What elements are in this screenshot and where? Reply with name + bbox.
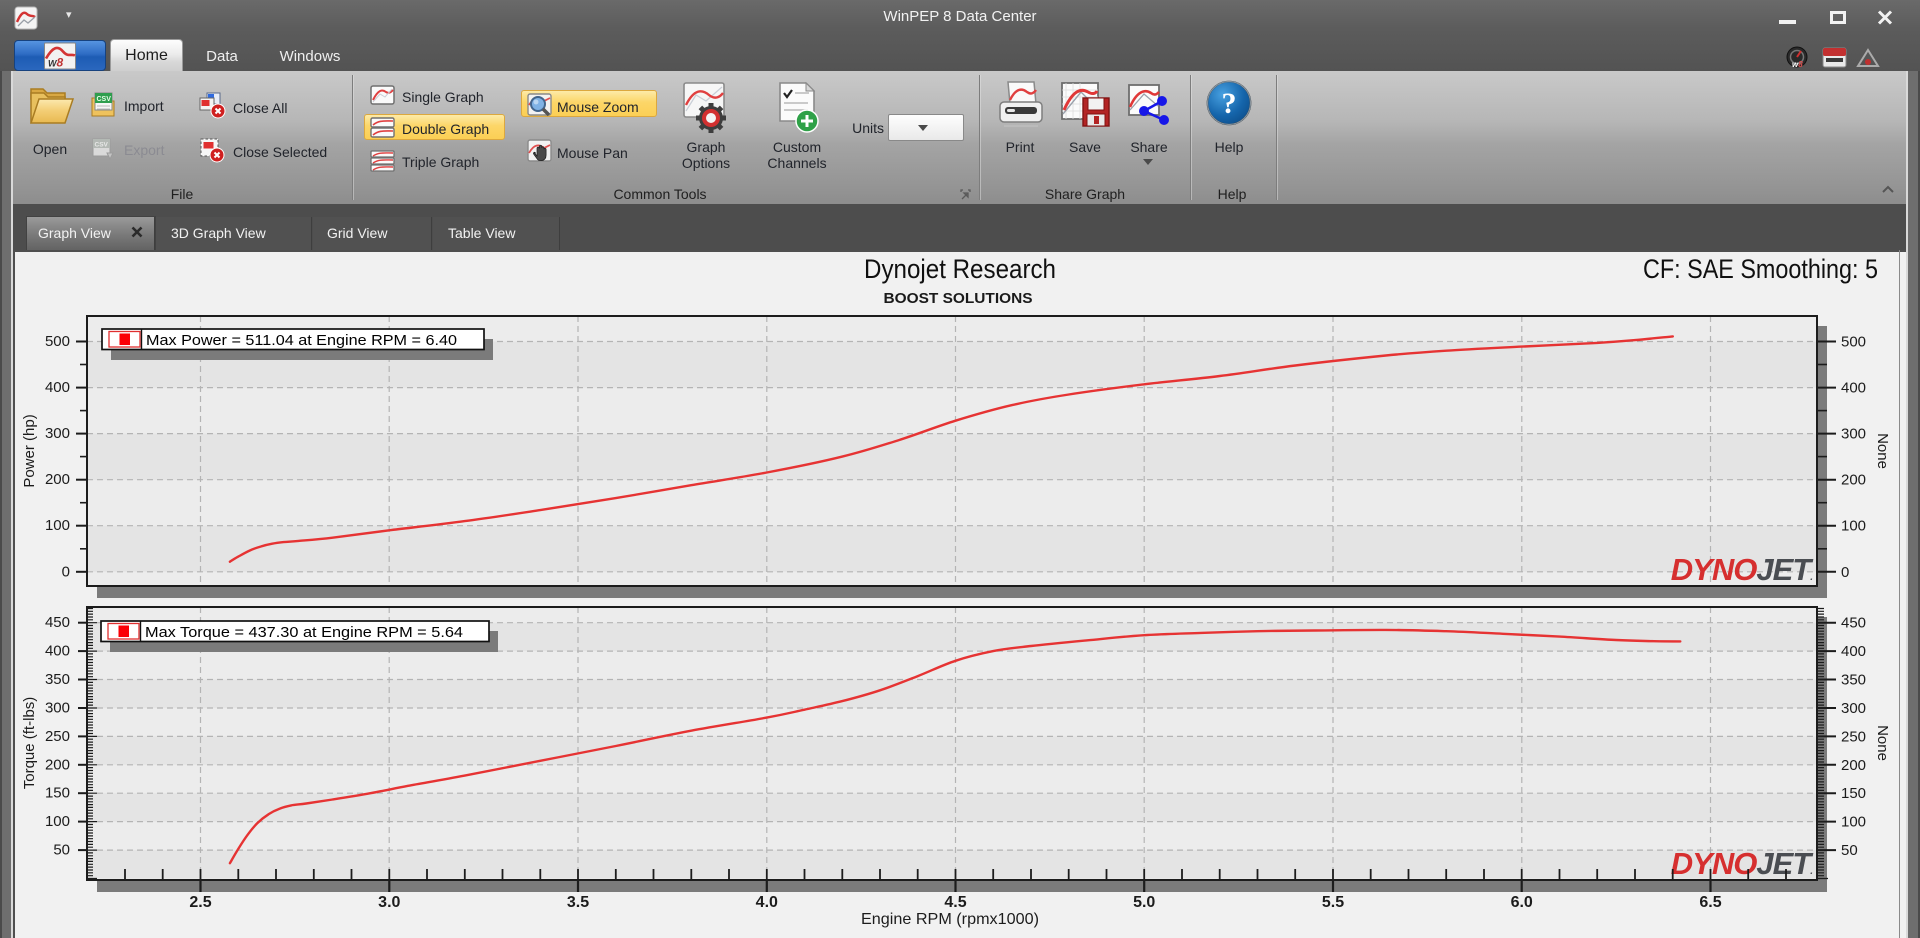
svg-text:250: 250 <box>1841 728 1866 745</box>
svg-text:300: 300 <box>45 700 70 717</box>
svg-text:250: 250 <box>45 728 70 745</box>
svg-text:Engine RPM (rpmx1000): Engine RPM (rpmx1000) <box>861 911 1039 928</box>
svg-text:200: 200 <box>45 756 70 773</box>
svg-text:Max Torque = 437.30 at Engine: Max Torque = 437.30 at Engine RPM = 5.64 <box>145 625 463 641</box>
svg-text:4.5: 4.5 <box>944 894 966 911</box>
svg-text:W8: W8 <box>48 55 64 69</box>
svg-text:50: 50 <box>1841 842 1858 859</box>
svg-text:2.5: 2.5 <box>189 894 211 911</box>
svg-text:350: 350 <box>1841 672 1866 689</box>
svg-text:300: 300 <box>1841 426 1866 443</box>
svg-text:400: 400 <box>1841 643 1866 660</box>
svg-text:3.0: 3.0 <box>378 894 400 911</box>
svg-text:Max Power = 511.04 at Engine R: Max Power = 511.04 at Engine RPM = 6.40 <box>146 333 457 349</box>
svg-text:100: 100 <box>45 517 70 534</box>
svg-text:100: 100 <box>1841 814 1866 831</box>
svg-text:300: 300 <box>45 425 70 442</box>
svg-text:100: 100 <box>1841 518 1866 535</box>
svg-text:DYNOJET.: DYNOJET. <box>1671 846 1814 881</box>
svg-text:500: 500 <box>45 333 70 350</box>
svg-text:DYNOJET.: DYNOJET. <box>1671 552 1814 587</box>
svg-text:Power (hp): Power (hp) <box>21 414 38 487</box>
svg-text:350: 350 <box>45 671 70 688</box>
svg-text:4.0: 4.0 <box>756 894 778 911</box>
svg-text:150: 150 <box>1841 785 1866 802</box>
svg-text:0: 0 <box>1841 564 1849 581</box>
svg-text:?: ? <box>1222 87 1237 120</box>
svg-text:200: 200 <box>45 471 70 488</box>
svg-text:6.0: 6.0 <box>1511 894 1533 911</box>
svg-text:w8: w8 <box>1792 60 1803 69</box>
svg-text:400: 400 <box>45 643 70 660</box>
svg-text:200: 200 <box>1841 472 1866 489</box>
svg-text:450: 450 <box>45 614 70 631</box>
svg-text:200: 200 <box>1841 757 1866 774</box>
svg-text:6.5: 6.5 <box>1699 894 1721 911</box>
svg-text:100: 100 <box>45 813 70 830</box>
svg-text:400: 400 <box>45 379 70 396</box>
svg-text:150: 150 <box>45 785 70 802</box>
svg-text:None: None <box>1874 725 1891 761</box>
svg-text:3.5: 3.5 <box>567 894 589 911</box>
svg-text:CSV: CSV <box>95 142 109 149</box>
svg-text:5.5: 5.5 <box>1322 894 1344 911</box>
svg-text:CF: SAE Smoothing: 5: CF: SAE Smoothing: 5 <box>1643 254 1878 284</box>
svg-text:500: 500 <box>1841 334 1866 351</box>
svg-text:300: 300 <box>1841 700 1866 717</box>
svg-text:Dynojet Research: Dynojet Research <box>864 254 1056 284</box>
svg-text:5.0: 5.0 <box>1133 894 1155 911</box>
svg-text:450: 450 <box>1841 615 1866 632</box>
svg-text:CSV: CSV <box>97 96 112 103</box>
svg-text:50: 50 <box>53 842 70 859</box>
svg-text:0: 0 <box>62 563 70 580</box>
svg-text:BOOST SOLUTIONS: BOOST SOLUTIONS <box>884 291 1033 307</box>
svg-text:400: 400 <box>1841 380 1866 397</box>
svg-text:Torque (ft-lbs): Torque (ft-lbs) <box>21 697 38 790</box>
svg-text:None: None <box>1874 433 1891 469</box>
